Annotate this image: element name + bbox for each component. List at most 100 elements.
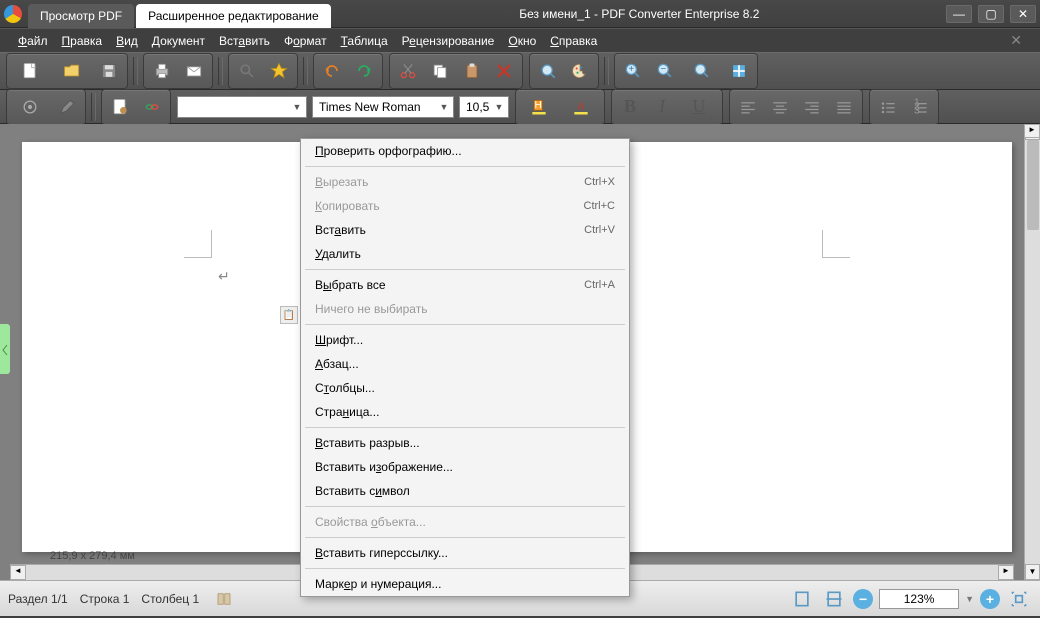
italic-button[interactable]: I — [646, 92, 678, 122]
link-button[interactable] — [136, 92, 168, 122]
style-combo[interactable]: ▼ — [177, 96, 307, 118]
search-tool-button[interactable] — [532, 56, 564, 86]
status-column[interactable]: Столбец 1 — [141, 592, 199, 606]
align-left-button[interactable] — [732, 92, 764, 122]
scroll-left-button[interactable]: ◄ — [10, 565, 26, 580]
find-button[interactable] — [231, 56, 263, 86]
doc-tools-button[interactable] — [104, 92, 136, 122]
size-combo[interactable]: 10,5 ▼ — [459, 96, 509, 118]
underline-button[interactable]: U — [678, 92, 720, 122]
context-menu-separator — [305, 506, 625, 507]
context-menu-item[interactable]: Шрифт... — [301, 328, 629, 352]
context-menu-separator — [305, 324, 625, 325]
bold-button[interactable]: B — [614, 92, 646, 122]
highlight-button[interactable]: H — [518, 92, 560, 122]
scroll-thumb[interactable] — [1027, 140, 1039, 230]
menu-item[interactable]: Вставить — [219, 34, 270, 48]
undo-button[interactable] — [316, 56, 348, 86]
menu-item[interactable]: Правка — [62, 34, 103, 48]
menu-item[interactable]: Файл — [18, 34, 48, 48]
format-toolbar: ▼ Times New Roman ▼ 10,5 ▼ H A B I U 123 — [0, 90, 1040, 124]
zoom-field[interactable]: 123% — [879, 589, 959, 609]
context-menu-item[interactable]: Вставить изображение... — [301, 455, 629, 479]
zoom-out-button[interactable]: − — [853, 589, 873, 609]
fit-page-button[interactable] — [789, 587, 815, 611]
context-menu-item[interactable]: Страница... — [301, 400, 629, 424]
context-menu-label: Свойства объекта... — [315, 515, 615, 529]
context-menu-label: Удалить — [315, 247, 615, 261]
palette-button[interactable] — [564, 56, 596, 86]
menu-item[interactable]: Документ — [152, 34, 205, 48]
fontcolor-button[interactable]: A — [560, 92, 602, 122]
settings-button[interactable] — [9, 92, 51, 122]
status-row[interactable]: Строка 1 — [80, 592, 130, 606]
zoom-level-button[interactable] — [681, 56, 723, 86]
zoom-in-button[interactable]: + — [617, 56, 649, 86]
open-button[interactable] — [51, 56, 93, 86]
expand-icon[interactable]: ► — [1024, 124, 1040, 138]
context-menu-separator — [305, 568, 625, 569]
context-menu-item[interactable]: Выбрать всеCtrl+A — [301, 273, 629, 297]
maximize-button[interactable]: ▢ — [978, 5, 1004, 23]
menu-item[interactable]: Вид — [116, 34, 138, 48]
context-menu-label: Вставить изображение... — [315, 460, 615, 474]
close-button[interactable]: ✕ — [1010, 5, 1036, 23]
bullets-button[interactable] — [872, 92, 904, 122]
menu-item[interactable]: Рецензирование — [402, 34, 495, 48]
context-menu-item[interactable]: Вставить разрыв... — [301, 431, 629, 455]
favorite-button[interactable] — [263, 56, 295, 86]
context-menu-separator — [305, 269, 625, 270]
menu-item[interactable]: Справка — [550, 34, 597, 48]
paste-options-icon[interactable]: 📋 — [280, 306, 298, 324]
context-menu-label: Вырезать — [315, 175, 584, 189]
menubar-close-icon[interactable]: ✕ — [1010, 32, 1022, 49]
minimize-button[interactable]: ― — [946, 5, 972, 23]
numbering-button[interactable]: 123 — [904, 92, 936, 122]
left-panel-handle[interactable] — [0, 324, 10, 374]
context-menu-item[interactable]: Вставить символ — [301, 479, 629, 503]
font-combo[interactable]: Times New Roman ▼ — [312, 96, 454, 118]
context-menu-label: Копировать — [315, 199, 584, 213]
align-justify-button[interactable] — [828, 92, 860, 122]
tab-расширенное-редактирование[interactable]: Расширенное редактирование — [136, 4, 331, 28]
fit-button[interactable] — [723, 56, 755, 86]
context-menu-item[interactable]: Столбцы... — [301, 376, 629, 400]
context-menu-item[interactable]: Удалить — [301, 242, 629, 266]
align-center-button[interactable] — [764, 92, 796, 122]
align-right-button[interactable] — [796, 92, 828, 122]
context-menu-label: Выбрать все — [315, 278, 584, 292]
zoom-in-button[interactable]: + — [980, 589, 1000, 609]
context-menu-item[interactable]: Проверить орфографию... — [301, 139, 629, 163]
zoom-out-button[interactable]: − — [649, 56, 681, 86]
window-title: Без имени_1 - PDF Converter Enterprise 8… — [333, 7, 946, 21]
scroll-right-button[interactable]: ► — [998, 565, 1014, 580]
save-button[interactable] — [93, 56, 125, 86]
tab-просмотр-pdf[interactable]: Просмотр PDF — [28, 4, 134, 28]
chevron-down-icon[interactable]: ▼ — [965, 594, 974, 604]
cut-button[interactable] — [392, 56, 424, 86]
context-menu-item[interactable]: Вставить гиперссылку... — [301, 541, 629, 565]
status-layout-icon[interactable] — [211, 587, 237, 611]
menu-item[interactable]: Таблица — [341, 34, 388, 48]
copy-button[interactable] — [424, 56, 456, 86]
menu-item[interactable]: Формат — [284, 34, 327, 48]
vertical-scrollbar[interactable]: ▲ ▼ — [1024, 124, 1040, 580]
pen-button[interactable] — [51, 92, 83, 122]
context-menu-item[interactable]: ВставитьCtrl+V — [301, 218, 629, 242]
new-button[interactable] — [9, 56, 51, 86]
fit-width-button[interactable] — [821, 587, 847, 611]
context-menu-shortcut: Ctrl+X — [584, 176, 615, 188]
fullscreen-button[interactable] — [1006, 587, 1032, 611]
print-button[interactable] — [146, 56, 178, 86]
paste-button[interactable] — [456, 56, 488, 86]
chevron-down-icon: ▼ — [492, 102, 506, 112]
status-section[interactable]: Раздел 1/1 — [8, 592, 68, 606]
redo-button[interactable] — [348, 56, 380, 86]
svg-text:H: H — [535, 99, 542, 110]
context-menu-item[interactable]: Абзац... — [301, 352, 629, 376]
scroll-down-button[interactable]: ▼ — [1025, 564, 1040, 580]
menu-item[interactable]: Окно — [508, 34, 536, 48]
context-menu-item[interactable]: Маркер и нумерация... — [301, 572, 629, 596]
mail-button[interactable] — [178, 56, 210, 86]
delete-button[interactable] — [488, 56, 520, 86]
